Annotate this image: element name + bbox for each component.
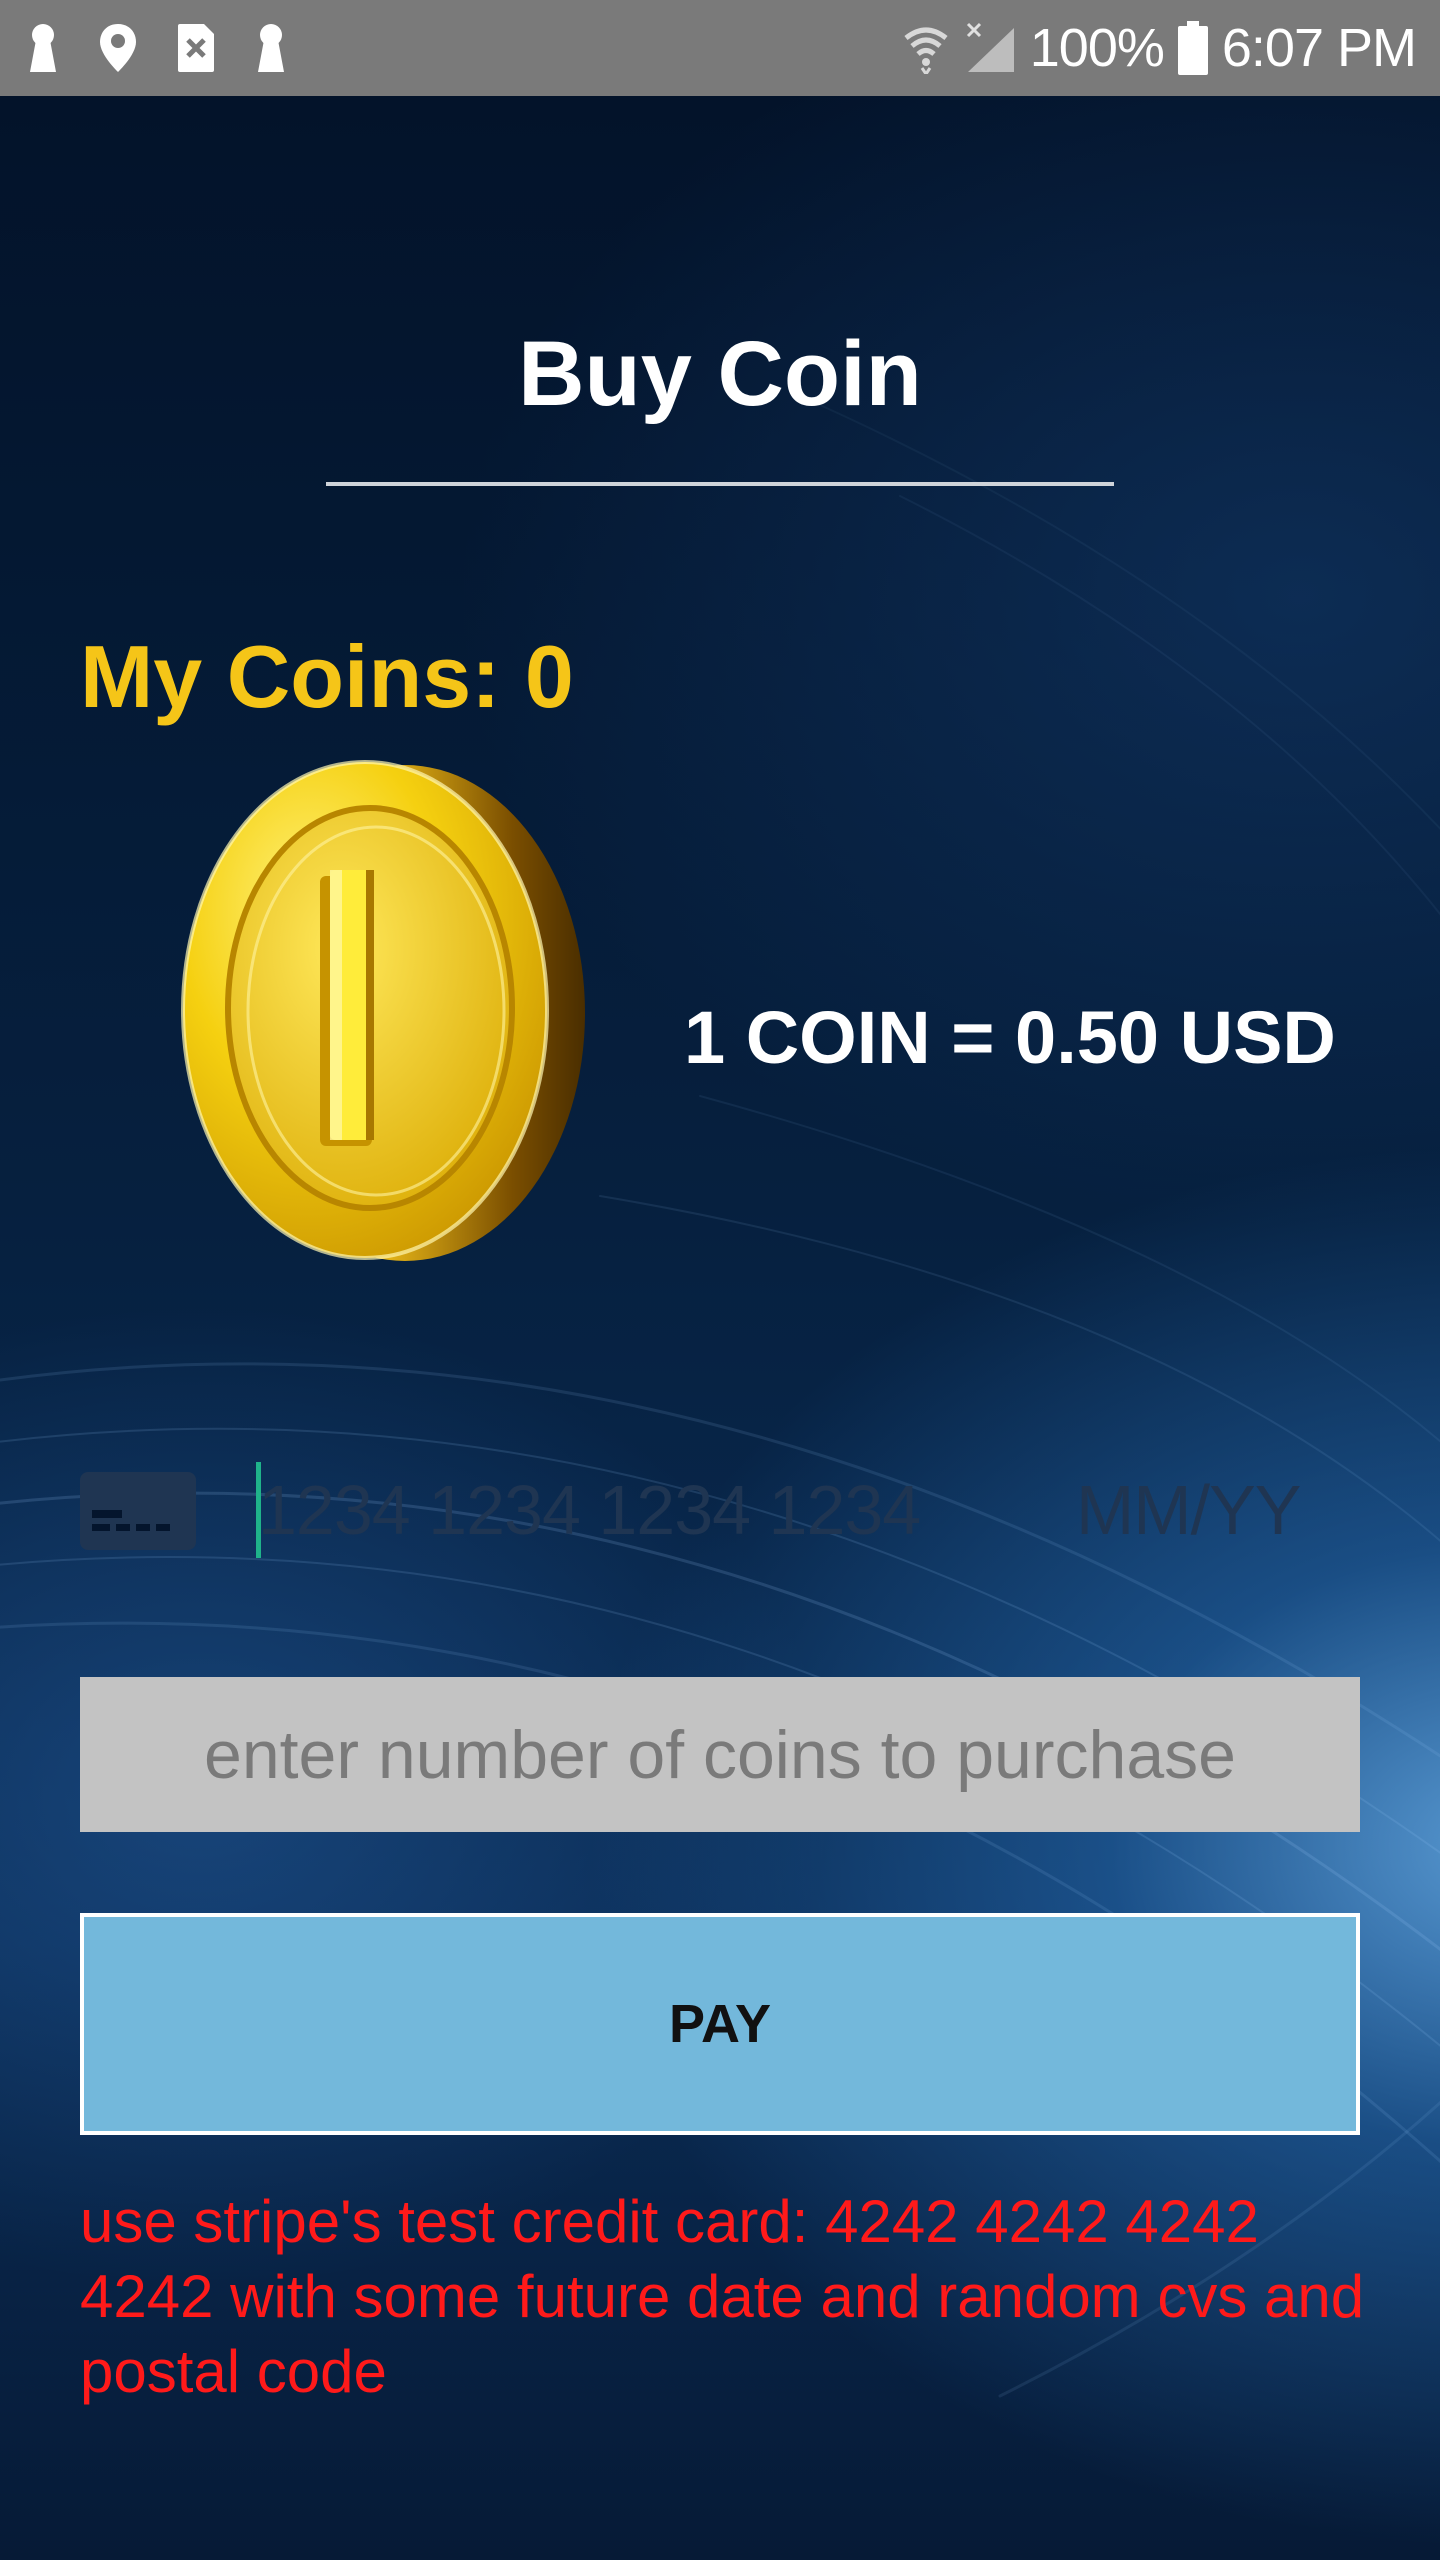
wifi-icon: [904, 27, 948, 74]
my-coins-label: My Coins: 0: [80, 627, 574, 726]
status-left-icons: [26, 18, 288, 78]
gold-coin-icon: [181, 760, 585, 1261]
credit-card-icon: [80, 1472, 196, 1550]
battery-percent: 100%: [1029, 18, 1165, 78]
test-card-hint: use stripe's test credit card: 4242 4242…: [80, 2188, 1365, 2405]
card-input[interactable]: 1234 1234 1234 1234 MM/YY: [80, 1456, 1360, 1566]
card-expiry-field[interactable]: MM/YY: [1076, 1470, 1301, 1550]
clock-time: 6:07 PM: [1221, 18, 1417, 78]
card-number-field[interactable]: 1234 1234 1234 1234: [258, 1470, 921, 1550]
coins-quantity-input[interactable]: [80, 1677, 1360, 1832]
sim-error-icon: [178, 24, 214, 72]
exchange-rate-text: 1 COIN = 0.50 USD: [684, 996, 1336, 1079]
status-right: 100% 6:07 PM: [902, 0, 1417, 96]
keyhole-icon: [30, 24, 56, 72]
location-pin-icon: [100, 24, 136, 72]
battery-icon: [1177, 21, 1208, 75]
title-divider: [326, 482, 1114, 486]
page-title: Buy Coin: [518, 323, 922, 425]
keyhole-icon: [258, 24, 284, 72]
signal-off-icon: [966, 22, 1014, 72]
pay-button[interactable]: PAY: [80, 1913, 1360, 2135]
status-bar: 100% 6:07 PM: [0, 0, 1440, 96]
